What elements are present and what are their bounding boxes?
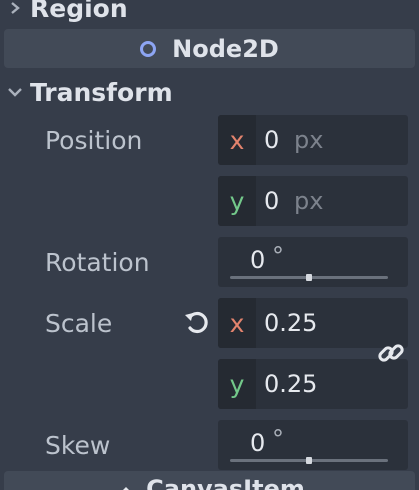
rotation-slider-grabber[interactable] (306, 274, 312, 281)
section-region-label: Region (30, 0, 128, 23)
axis-x-label: x (218, 115, 256, 165)
section-region[interactable]: Region (0, 0, 128, 26)
class-header-node2d[interactable]: Node2D (4, 29, 415, 68)
link-icon[interactable] (376, 338, 406, 368)
node2d-circle-icon (140, 40, 157, 57)
class-header-canvasitem-label: CanvasItem (146, 475, 305, 490)
axis-y-label: y (218, 176, 256, 226)
axis-x-label: x (218, 298, 256, 348)
pencil-icon (114, 481, 132, 490)
position-label: Position (45, 125, 143, 155)
rotation-slider-track[interactable] (230, 274, 388, 281)
position-x-unit: px (294, 126, 324, 154)
rotation-unit: ° (272, 242, 284, 270)
inspector-panel: Region Node2D Transform Position x 0 px … (0, 0, 419, 490)
section-transform[interactable]: Transform (0, 74, 173, 110)
class-header-node2d-label: Node2D (172, 34, 279, 63)
chevron-right-icon (0, 1, 30, 15)
position-x-value: 0 (264, 126, 280, 154)
rotation-label: Rotation (45, 247, 150, 277)
position-y-field[interactable]: y 0 px (218, 176, 408, 226)
skew-slider-track[interactable] (230, 457, 388, 464)
position-y-value: 0 (264, 187, 280, 215)
skew-label: Skew (45, 430, 111, 460)
axis-y-label: y (218, 359, 256, 409)
position-x-field[interactable]: x 0 px (218, 115, 408, 165)
skew-slider-field[interactable]: 0 ° (218, 420, 408, 470)
chevron-down-icon (0, 85, 30, 99)
section-transform-label: Transform (30, 77, 173, 107)
skew-unit: ° (272, 425, 284, 453)
scale-y-value: 0.25 (264, 370, 318, 398)
position-y-unit: px (294, 187, 324, 215)
rotation-slider-field[interactable]: 0 ° (218, 237, 408, 287)
scale-x-value: 0.25 (264, 309, 318, 337)
scale-label: Scale (45, 308, 113, 338)
revert-icon[interactable] (182, 307, 212, 337)
class-header-canvasitem[interactable]: CanvasItem (4, 471, 415, 490)
skew-slider-grabber[interactable] (306, 457, 312, 464)
